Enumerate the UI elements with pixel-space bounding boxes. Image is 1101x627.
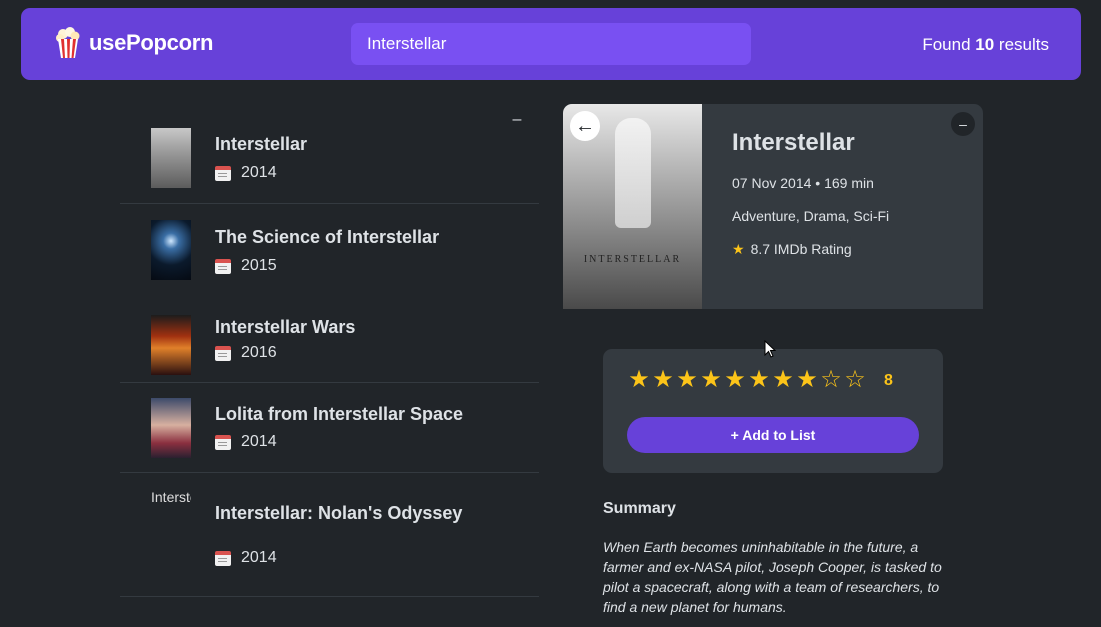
movie-title: The Science of Interstellar	[215, 227, 440, 247]
movie-year: 2014	[215, 164, 277, 182]
movie-year: 2014	[215, 433, 277, 451]
imdb-rating: ★ 8.7 IMDb Rating	[732, 241, 852, 258]
year-text: 2015	[241, 257, 277, 274]
genres: Adventure, Drama, Sci-Fi	[732, 208, 890, 224]
popcorn-icon	[56, 27, 80, 58]
search-input[interactable]	[351, 23, 751, 65]
details-title: Interstellar	[732, 129, 855, 156]
list-item[interactable]: Interstellar: Nolan's Odyssey poster Int…	[120, 473, 539, 597]
list-item[interactable]: The Science of Interstellar 2015	[120, 204, 539, 294]
star-filled-icon[interactable]: ★	[699, 368, 723, 393]
add-to-list-button[interactable]: + Add to List	[627, 417, 919, 453]
star-filled-icon[interactable]: ★	[723, 368, 747, 393]
movie-title: Interstellar: Nolan's Odyssey	[215, 503, 463, 523]
star-filled-icon[interactable]: ★	[675, 368, 699, 393]
calendar-icon	[215, 550, 231, 566]
movie-year: 2016	[215, 344, 277, 362]
star-empty-icon[interactable]: ☆	[843, 368, 867, 393]
summary-heading: Summary	[603, 500, 676, 517]
found-count: 10	[975, 35, 995, 54]
list-item[interactable]: Interstellar 2014	[120, 104, 539, 204]
star-filled-icon[interactable]: ★	[627, 368, 651, 393]
imdb-rating-text: 8.7 IMDb Rating	[750, 241, 852, 257]
results-count: Found 10 results	[922, 35, 1049, 55]
star-filled-icon[interactable]: ★	[795, 368, 819, 393]
mouse-cursor-icon	[764, 340, 776, 358]
logo: usePopcorn	[55, 27, 213, 59]
summary-text: When Earth becomes uninhabitable in the …	[603, 539, 942, 615]
movie-poster	[151, 315, 191, 375]
navbar: usePopcorn Found 10 results	[21, 8, 1081, 80]
back-button[interactable]: ←	[570, 111, 600, 141]
star-rating[interactable]: ★ ★ ★ ★ ★ ★ ★ ★ ☆ ☆	[627, 368, 867, 393]
star-icon: ★	[732, 241, 745, 257]
movie-year: 2014	[215, 549, 277, 567]
movie-title: Interstellar	[215, 134, 308, 154]
star-filled-icon[interactable]: ★	[651, 368, 675, 393]
calendar-icon	[215, 165, 231, 181]
movie-poster	[151, 220, 191, 280]
movie-details: INTERSTELLAR ← – Interstellar 07 Nov 201…	[563, 104, 983, 309]
movie-year: 2015	[215, 257, 277, 275]
year-text: 2014	[241, 164, 277, 181]
movie-title: Lolita from Interstellar Space	[215, 404, 464, 424]
found-prefix: Found	[922, 35, 971, 54]
movie-list: – Interstellar 2014 The Science of Inter…	[120, 104, 539, 627]
movie-title: Interstellar Wars	[215, 317, 356, 337]
year-text: 2016	[241, 344, 277, 361]
found-suffix: results	[998, 35, 1049, 54]
release-runtime: 07 Nov 2014 • 169 min	[732, 175, 874, 191]
rating-panel: ★ ★ ★ ★ ★ ★ ★ ★ ☆ ☆ 8 + Add to List	[603, 349, 943, 473]
calendar-icon	[215, 345, 231, 361]
list-item[interactable]: Interstellar Wars 2016	[120, 294, 539, 383]
astronaut-figure	[615, 118, 651, 228]
calendar-icon	[215, 258, 231, 274]
broken-poster-alt: Interstellar: Nolan's Odyssey poster	[151, 490, 191, 505]
movie-poster	[151, 398, 191, 458]
rating-value: 8	[884, 372, 893, 389]
star-filled-icon[interactable]: ★	[747, 368, 771, 393]
poster-title: INTERSTELLAR	[583, 254, 682, 265]
calendar-icon	[215, 434, 231, 450]
year-text: 2014	[241, 433, 277, 450]
close-details-button[interactable]: –	[951, 112, 975, 136]
movie-poster	[151, 128, 191, 188]
star-empty-icon[interactable]: ☆	[819, 368, 843, 393]
list-item[interactable]: Lolita from Interstellar Space 2014	[120, 383, 539, 473]
star-filled-icon[interactable]: ★	[771, 368, 795, 393]
logo-text: usePopcorn	[89, 30, 214, 55]
year-text: 2014	[241, 549, 277, 566]
